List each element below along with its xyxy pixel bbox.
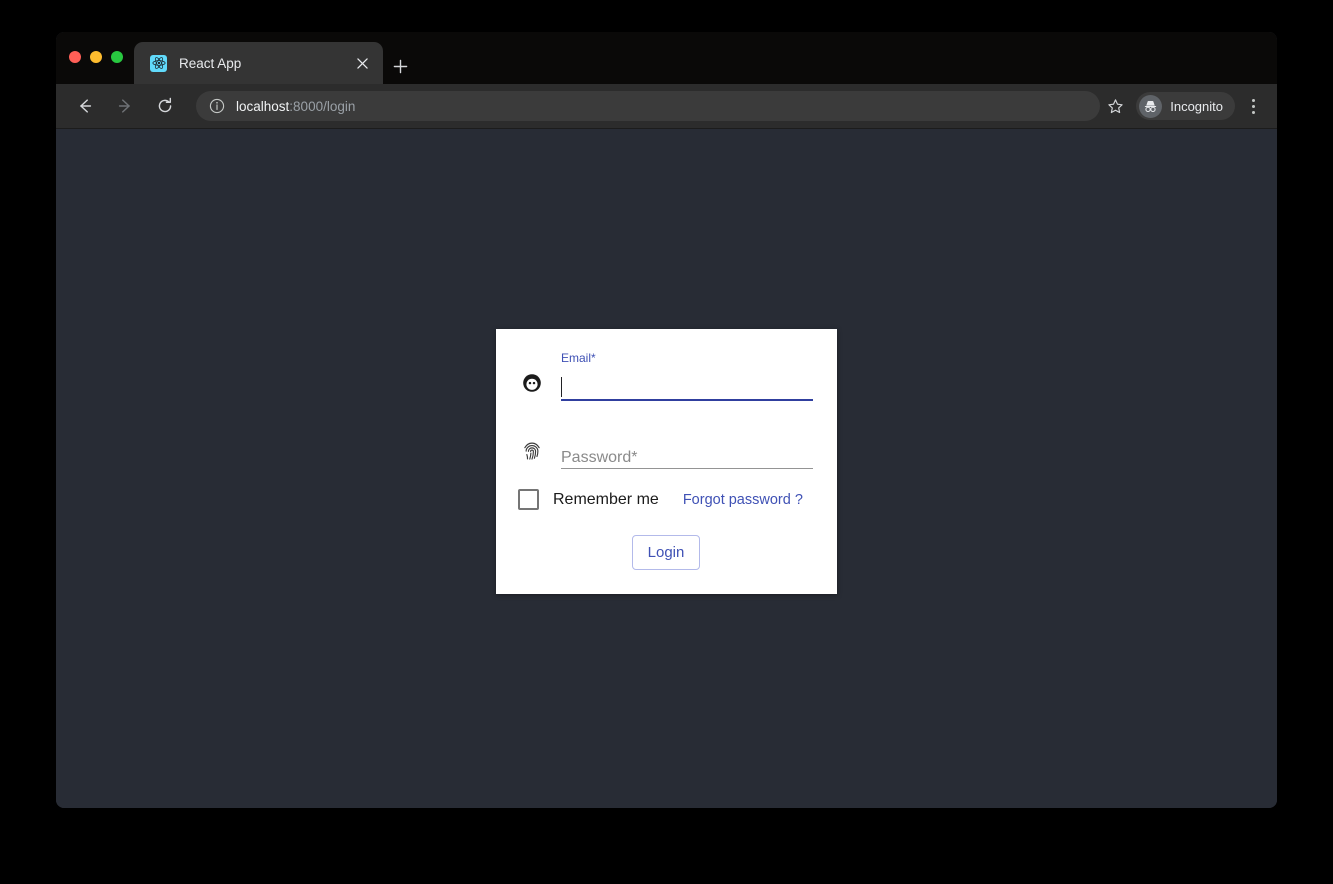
three-dots-vertical-icon[interactable]: [1239, 91, 1267, 121]
profile-incognito-button[interactable]: Incognito: [1136, 92, 1235, 120]
reload-button[interactable]: [150, 91, 180, 121]
remember-me-label[interactable]: Remember me: [553, 491, 659, 509]
remember-row: Remember me Forgot password ?: [516, 489, 803, 510]
menu-dot: [1251, 98, 1255, 102]
password-placeholder-text: Password: [561, 449, 632, 466]
forward-button[interactable]: [110, 91, 140, 121]
remember-me-checkbox[interactable]: [518, 489, 539, 510]
password-required-mark: *: [631, 449, 638, 466]
star-outline-icon[interactable]: [1100, 91, 1130, 121]
tab-strip: React App: [56, 32, 1277, 84]
forgot-password-link[interactable]: Forgot password ?: [683, 492, 803, 508]
email-field-row: Email*: [520, 351, 813, 401]
address-bar-url: localhost:8000/login: [236, 99, 355, 114]
browser-tab-react-app[interactable]: React App: [134, 42, 383, 84]
window-minimize-button[interactable]: [90, 51, 102, 63]
password-placeholder: Password*: [561, 449, 637, 467]
info-circle-icon[interactable]: [208, 98, 225, 115]
password-input-wrap: Password*: [561, 444, 813, 469]
new-tab-button[interactable]: [386, 52, 414, 80]
browser-toolbar: localhost:8000/login Incognito: [56, 84, 1277, 129]
menu-dot: [1251, 104, 1255, 108]
back-button[interactable]: [70, 91, 100, 121]
tab-title: React App: [179, 55, 242, 71]
window-traffic-lights: [69, 51, 123, 63]
text-caret: [561, 377, 562, 397]
url-host: localhost: [236, 98, 290, 114]
password-input[interactable]: Password*: [561, 444, 813, 469]
react-logo-icon: [150, 54, 167, 72]
window-close-button[interactable]: [69, 51, 81, 63]
email-label: Email*: [561, 351, 813, 365]
login-button[interactable]: Login: [632, 535, 700, 570]
email-input[interactable]: [561, 375, 813, 401]
login-card: Email* Password* Remember me Forgot pass…: [496, 329, 837, 594]
fingerprint-icon: [520, 439, 544, 463]
url-path: :8000/login: [289, 98, 356, 114]
email-required-mark: *: [591, 351, 596, 365]
tab-close-icon[interactable]: [351, 52, 373, 74]
toolbar-right-group: Incognito: [1100, 91, 1277, 121]
email-label-text: Email: [561, 351, 592, 365]
account-face-icon: [520, 371, 544, 395]
browser-window: React App localhost:8000/login Incognito…: [56, 32, 1277, 808]
email-input-wrap: Email*: [561, 351, 813, 401]
profile-label: Incognito: [1170, 98, 1223, 114]
menu-dot: [1251, 110, 1255, 114]
address-bar[interactable]: localhost:8000/login: [196, 91, 1101, 121]
window-maximize-button[interactable]: [111, 51, 123, 63]
incognito-hat-icon: [1139, 94, 1163, 118]
password-field-row: Password*: [520, 439, 813, 469]
page-viewport: Email* Password* Remember me Forgot pass…: [56, 129, 1277, 808]
